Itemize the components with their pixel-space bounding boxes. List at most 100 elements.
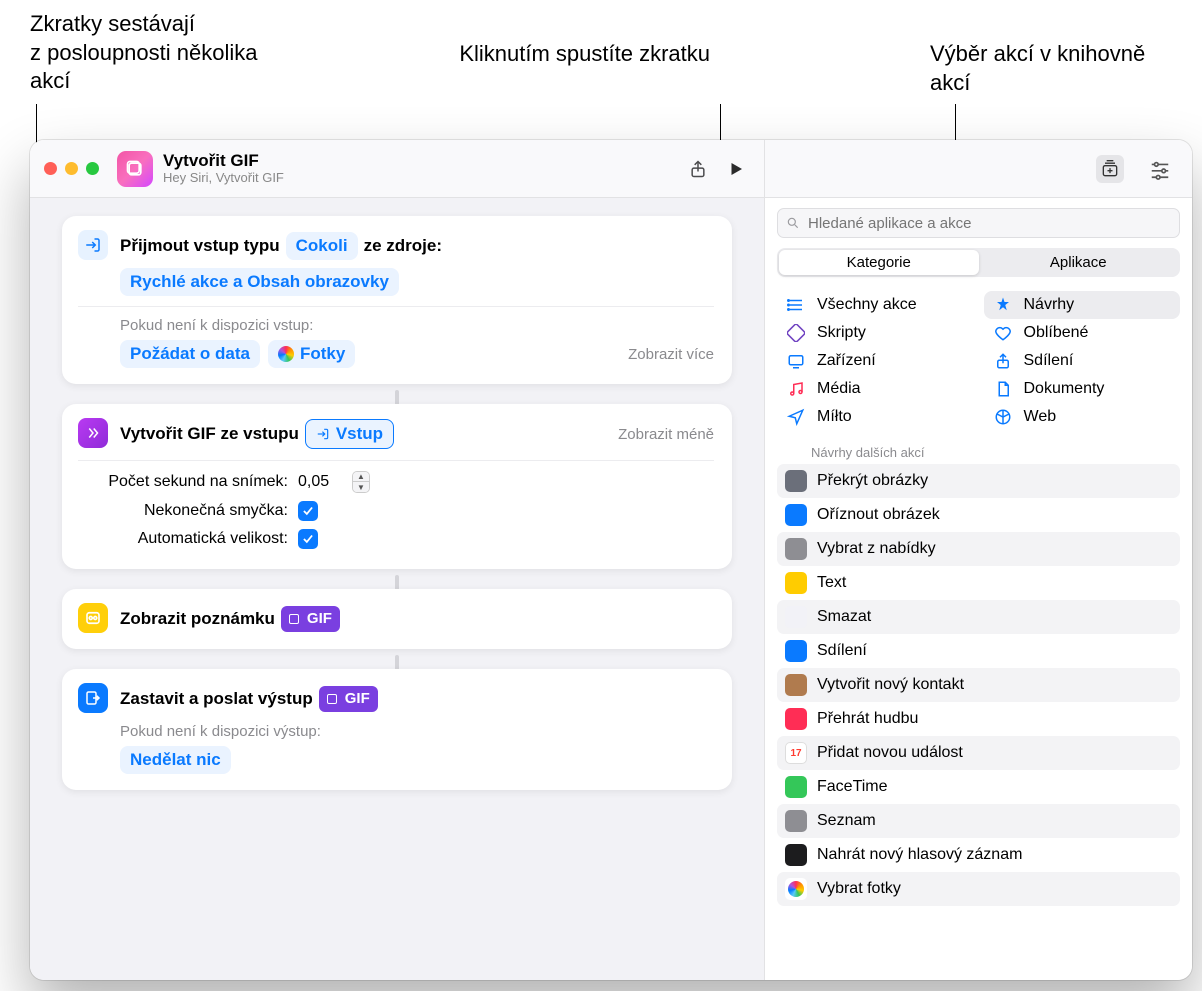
suggestion-item[interactable]: Oříznout obrázek [777,498,1180,532]
category-icon [992,352,1014,370]
token-gif-var[interactable]: GIF [319,686,378,712]
title-block: Vytvořit GIF Hey Siri, Vytvořit GIF [163,151,674,185]
action-create-gif[interactable]: Vytvořit GIF ze vstupu Vstup Zobrazit mé… [62,404,732,569]
category-item[interactable]: Oblíbené [984,319,1181,347]
category-label: Zařízení [817,352,876,370]
text: Zastavit a poslat výstup [120,683,313,715]
action-show-note[interactable]: Zobrazit poznámku GIF [62,589,732,649]
category-label: Sdílení [1024,352,1074,370]
suggestion-label: Vybrat fotky [817,880,901,898]
shortcut-title: Vytvořit GIF [163,151,674,171]
category-label: Návrhy [1024,296,1075,314]
input-icon [78,230,108,260]
category-item[interactable]: Sdílení [984,347,1181,375]
loop-label: Nekonečná smyčka: [78,502,288,520]
category-item[interactable]: Zařízení [777,347,974,375]
stepper-down-icon[interactable]: ▼ [353,482,369,492]
category-item[interactable]: Média [777,375,974,403]
category-grid: Všechny akce Návrhy Skripty Oblíbené Zařízen… [765,283,1192,435]
stepper[interactable]: ▲ ▼ [352,471,370,493]
suggestion-item[interactable]: Sdílení [777,634,1180,668]
action-library-panel: Kategorie Aplikace Všechny akce Návrhy Skr… [765,198,1192,980]
stepper-up-icon[interactable]: ▲ [353,472,369,482]
suggestions-list: Překrýt obrázkyOříznout obrázekVybrat z … [765,464,1192,918]
token-photos[interactable]: Fotky [268,340,355,368]
text: Přijmout vstup typu [120,230,280,262]
callout-run: Kliknutím spustíte zkratku [450,40,710,69]
autosize-checkbox[interactable] [298,529,318,549]
app-icon [785,776,807,798]
category-icon [785,352,807,370]
category-item[interactable]: Web [984,403,1181,431]
photos-icon [278,346,294,362]
shortcut-subtitle: Hey Siri, Vytvořit GIF [163,171,674,186]
token-input-var[interactable]: Vstup [305,419,394,449]
action-library-button[interactable] [1096,155,1124,183]
seconds-per-frame-value[interactable]: 0,05 [298,473,346,491]
suggestion-label: Text [817,574,846,592]
token-anything[interactable]: Cokoli [286,232,358,260]
output-icon [78,683,108,713]
token-gif-var[interactable]: GIF [281,606,340,632]
token-source[interactable]: Rychlé akce a Obsah obrazovky [120,268,399,296]
suggestion-item[interactable]: Vybrat z nabídky [777,532,1180,566]
text: Zobrazit poznámku [120,603,275,635]
suggestion-item[interactable]: Smazat [777,600,1180,634]
loop-checkbox[interactable] [298,501,318,521]
category-icon [992,380,1014,398]
category-label: Všechny akce [817,296,917,314]
suggestion-item[interactable]: Vybrat fotky [777,872,1180,906]
category-label: Oblíbené [1024,324,1089,342]
settings-button[interactable] [1146,155,1174,183]
category-label: Skripty [817,324,866,342]
suggestion-item[interactable]: Překrýt obrázky [777,464,1180,498]
app-icon [785,674,807,696]
show-more-button[interactable]: Zobrazit více [628,346,714,363]
search-input[interactable] [806,214,1171,233]
category-item[interactable]: Dokumenty [984,375,1181,403]
token-do-nothing[interactable]: Nedělat nic [120,746,231,774]
action-stop-output[interactable]: Zastavit a poslat výstup GIF Pokud není … [62,669,732,790]
suggestion-label: Vytvořit nový kontakt [817,676,964,694]
tab-categories[interactable]: Kategorie [779,250,979,275]
suggestion-item[interactable]: Vytvořit nový kontakt [777,668,1180,702]
text: Vytvořit GIF ze vstupu [120,418,299,450]
suggestion-item[interactable]: 17Přidat novou událost [777,736,1180,770]
app-icon [785,640,807,662]
app-icon [785,606,807,628]
titlebar-left: Vytvořit GIF Hey Siri, Vytvořit GIF [30,140,765,198]
category-item[interactable]: Míłto [777,403,974,431]
share-button[interactable] [684,155,712,183]
category-item[interactable]: Návrhy [984,291,1181,319]
callout-library: Výběr akcí v knihovně akcí [930,40,1180,97]
action-receive-input[interactable]: Přijmout vstup typu Cokoli ze zdroje: Ry… [62,216,732,384]
window-traffic-lights [44,162,99,175]
suggestion-item[interactable]: FaceTime [777,770,1180,804]
suggestion-item[interactable]: Seznam [777,804,1180,838]
close-button[interactable] [44,162,57,175]
token-ask-for-data[interactable]: Požádat o data [120,340,260,368]
app-icon [785,844,807,866]
app-icon [785,708,807,730]
category-icon [785,296,807,314]
suggestion-item[interactable]: Text [777,566,1180,600]
zoom-button[interactable] [86,162,99,175]
suggestion-label: Smazat [817,608,871,626]
app-icon [785,470,807,492]
suggestion-label: Přidat novou událost [817,744,963,762]
note-icon [78,603,108,633]
shortcut-icon [117,151,153,187]
category-icon [785,380,807,398]
category-item[interactable]: Všechny akce [777,291,974,319]
suggestion-label: Seznam [817,812,876,830]
category-item[interactable]: Skripty [777,319,974,347]
suggestion-item[interactable]: Nahrát nový hlasový záznam [777,838,1180,872]
category-icon [785,324,807,342]
segmented-control: Kategorie Aplikace [777,248,1180,277]
suggestion-item[interactable]: Přehrát hudbu [777,702,1180,736]
show-less-button[interactable]: Zobrazit méně [618,426,714,443]
tab-apps[interactable]: Aplikace [979,250,1179,275]
minimize-button[interactable] [65,162,78,175]
search-field[interactable] [777,208,1180,238]
run-button[interactable] [722,155,750,183]
